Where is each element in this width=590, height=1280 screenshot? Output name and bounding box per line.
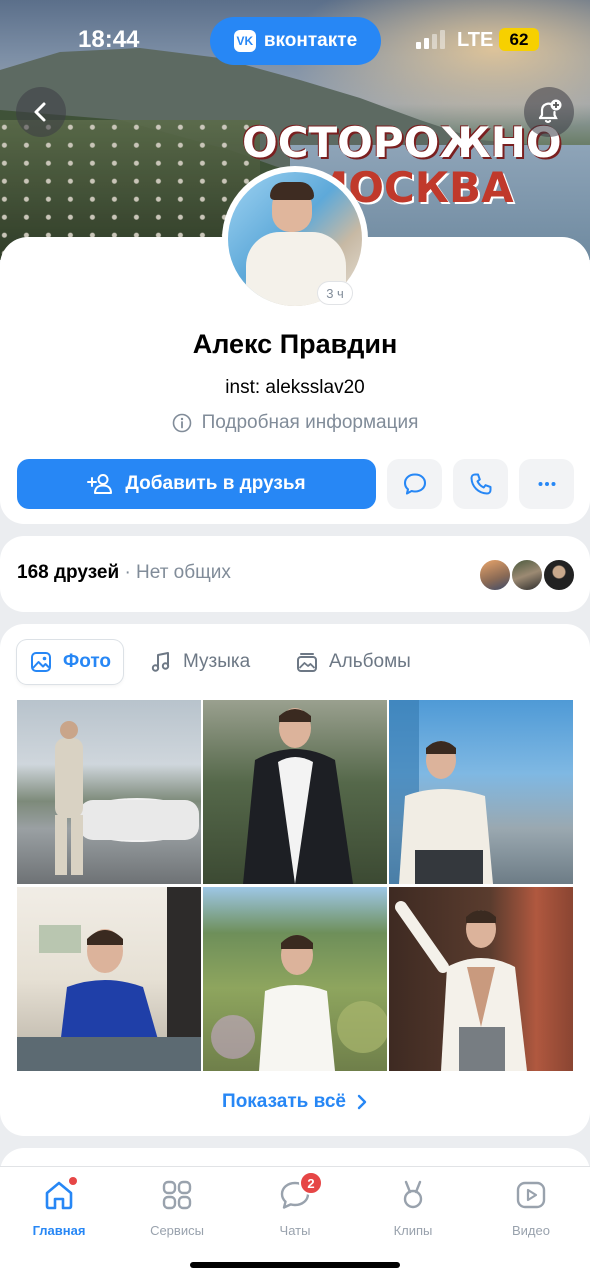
photo-thumbnail[interactable]	[389, 887, 573, 1071]
subscribe-notifications-button[interactable]	[524, 87, 574, 137]
services-grid-icon	[162, 1180, 192, 1210]
battery-indicator: 62	[499, 28, 539, 51]
unread-chats-badge: 2	[299, 1171, 323, 1195]
nav-chats-label: Чаты	[279, 1223, 311, 1238]
more-horizontal-icon	[538, 482, 555, 486]
clips-icon	[403, 1180, 423, 1209]
message-button[interactable]	[387, 459, 442, 509]
nav-chats[interactable]: 2 Чаты	[236, 1171, 354, 1238]
photo-thumbnail[interactable]	[203, 700, 387, 884]
cover-title-line1: ОСТОРОЖНО	[242, 118, 562, 167]
message-bubble-icon	[403, 473, 426, 495]
nav-video-label: Видео	[512, 1223, 550, 1238]
mutual-friends: Нет общих	[136, 562, 231, 583]
nav-clips[interactable]: Клипы	[354, 1175, 472, 1238]
friend-avatar	[510, 558, 544, 592]
nav-services-label: Сервисы	[150, 1223, 204, 1238]
return-app-label: вконтакте	[263, 30, 358, 51]
notification-dot	[69, 1177, 77, 1185]
nav-services[interactable]: Сервисы	[118, 1175, 236, 1238]
photo-thumbnail[interactable]	[389, 700, 573, 884]
photo-content	[211, 935, 387, 1071]
photo-thumbnail[interactable]	[203, 887, 387, 1071]
show-all-label: Показать всё	[222, 1091, 346, 1112]
nav-home[interactable]: Главная	[0, 1175, 118, 1238]
home-indicator[interactable]	[190, 1262, 400, 1268]
more-button[interactable]	[519, 459, 574, 509]
add-friend-button[interactable]: Добавить в друзья	[17, 459, 376, 509]
photo-content	[55, 721, 199, 875]
friends-summary: 168 друзей · Нет общих	[17, 562, 231, 584]
add-friend-label: Добавить в друзья	[125, 473, 306, 494]
return-to-app-pill[interactable]: VK вконтакте	[210, 17, 381, 65]
tab-music-label: Музыка	[183, 651, 251, 672]
tab-albums[interactable]: Альбомы	[283, 640, 423, 684]
phone-icon	[470, 473, 491, 495]
details-link-label: Подробная информация	[201, 412, 419, 433]
photo-content	[395, 901, 527, 1071]
friends-card[interactable]: 168 друзей · Нет общих	[0, 536, 590, 612]
photo-content	[243, 708, 353, 884]
video-icon	[516, 1181, 546, 1209]
friends-count: 168 друзей	[17, 562, 120, 583]
network-type: LTE	[457, 29, 494, 51]
bell-plus-icon	[538, 99, 562, 124]
show-all-link[interactable]: Показать всё	[0, 1091, 590, 1113]
tab-music[interactable]: Музыка	[137, 640, 262, 684]
nav-home-label: Главная	[32, 1223, 86, 1238]
chevron-left-icon	[34, 102, 46, 122]
photo-thumbnail[interactable]	[17, 700, 201, 884]
photo-content	[389, 700, 493, 884]
tab-photos[interactable]: Фото	[17, 640, 124, 684]
back-button[interactable]	[16, 87, 66, 137]
media-card: Фото Музыка Альбомы Показать всё	[0, 624, 590, 1136]
details-link[interactable]: Подробная информация	[0, 412, 590, 434]
friends-separator: ·	[124, 562, 131, 583]
info-icon	[172, 413, 191, 433]
photo-content	[17, 887, 201, 1071]
nav-video[interactable]: Видео	[472, 1175, 590, 1238]
chevron-right-icon	[357, 1094, 367, 1110]
vk-logo-icon: VK	[233, 30, 256, 52]
call-button[interactable]	[453, 459, 508, 509]
story-age-badge: 3 ч	[318, 282, 352, 304]
status-bar: 18:44 VK вконтакте LTE 62	[0, 0, 590, 82]
albums-icon	[297, 653, 317, 672]
friend-avatar	[478, 558, 512, 592]
photo-icon	[31, 652, 51, 672]
nav-clips-label: Клипы	[393, 1223, 433, 1238]
tab-photos-label: Фото	[63, 651, 112, 672]
profile-name: Алекс Правдин	[192, 329, 398, 359]
add-user-icon	[87, 474, 113, 494]
friend-avatar	[542, 558, 576, 592]
status-time: 18:44	[78, 26, 140, 53]
friends-avatar-stack	[478, 556, 578, 592]
tab-albums-label: Альбомы	[329, 651, 411, 672]
music-note-icon	[151, 652, 170, 672]
photo-thumbnail[interactable]	[17, 887, 201, 1071]
signal-strength-icon	[416, 29, 445, 49]
profile-status: inst: aleksslav20	[225, 377, 365, 398]
